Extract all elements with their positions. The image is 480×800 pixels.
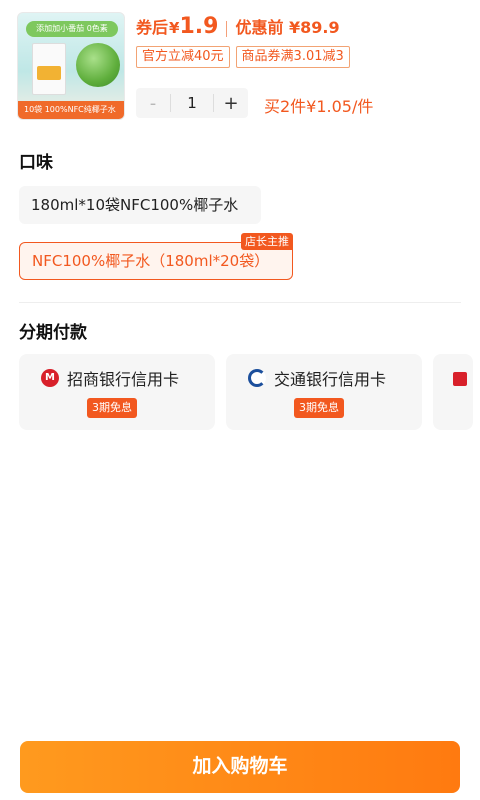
thumbnail-banner: 添加加小番茄 0色素 xyxy=(26,21,118,37)
installment-card-bocom[interactable]: 交通银行信用卡 3期免息 xyxy=(226,354,422,430)
flavor-option-10-pack[interactable]: 180ml*10袋NFC100%椰子水 xyxy=(19,186,261,224)
quantity-stepper: - 1 + xyxy=(136,88,248,118)
price-currency: ¥ xyxy=(169,19,180,37)
flavor-section-title: 口味 xyxy=(19,153,53,173)
installment-card-cmb[interactable]: 招商银行信用卡 3期免息 xyxy=(19,354,215,430)
price-line: 券后 ¥ 1.9 优惠前 ¥89.9 xyxy=(136,14,340,44)
coupon-product-voucher: 商品券满3.01减3 xyxy=(235,46,350,68)
bank-header: 交通银行信用卡 xyxy=(248,366,386,390)
increase-quantity-button[interactable]: + xyxy=(214,93,248,114)
installment-section-title: 分期付款 xyxy=(19,323,87,343)
bank-name: 招商银行信用卡 xyxy=(67,370,180,389)
flavor-option-label: 180ml*10袋NFC100%椰子水 xyxy=(31,196,239,214)
coconut-image xyxy=(76,43,120,87)
product-pack-image xyxy=(32,43,66,95)
original-price: 优惠前 ¥89.9 xyxy=(235,18,340,37)
coupon-list: 官方立减40元 商品券满3.01减3 xyxy=(136,46,350,68)
product-thumbnail[interactable]: 添加加小番茄 0色素 10袋 100%NFC纯椰子水 xyxy=(17,12,125,120)
decrease-quantity-button[interactable]: - xyxy=(136,93,170,114)
multi-buy-offer: 买2件¥1.05/件 xyxy=(264,97,374,116)
interest-free-badge: 3期免息 xyxy=(87,398,137,418)
price-after-coupon: 1.9 xyxy=(179,14,219,39)
bocom-bank-icon xyxy=(248,369,266,387)
coupon-official-discount: 官方立减40元 xyxy=(136,46,230,68)
thumbnail-footer: 10袋 100%NFC纯椰子水 xyxy=(18,101,124,119)
installment-card-partial[interactable] xyxy=(433,354,473,430)
price-divider xyxy=(226,21,228,37)
price-prefix: 券后 xyxy=(136,18,169,37)
bank-name: 交通银行信用卡 xyxy=(274,370,387,389)
quantity-value[interactable]: 1 xyxy=(170,94,214,112)
flavor-option-label: NFC100%椰子水（180ml*20袋） xyxy=(32,252,270,270)
cmb-bank-icon xyxy=(41,369,59,387)
interest-free-badge: 3期免息 xyxy=(294,398,344,418)
bank-header: 招商银行信用卡 xyxy=(41,366,179,390)
bank-icon xyxy=(453,372,467,386)
add-to-cart-button[interactable]: 加入购物车 xyxy=(20,741,460,793)
section-divider xyxy=(19,302,461,303)
flavor-option-20-pack[interactable]: NFC100%椰子水（180ml*20袋） 店长主推 xyxy=(19,233,293,280)
store-recommend-badge: 店长主推 xyxy=(241,233,293,250)
